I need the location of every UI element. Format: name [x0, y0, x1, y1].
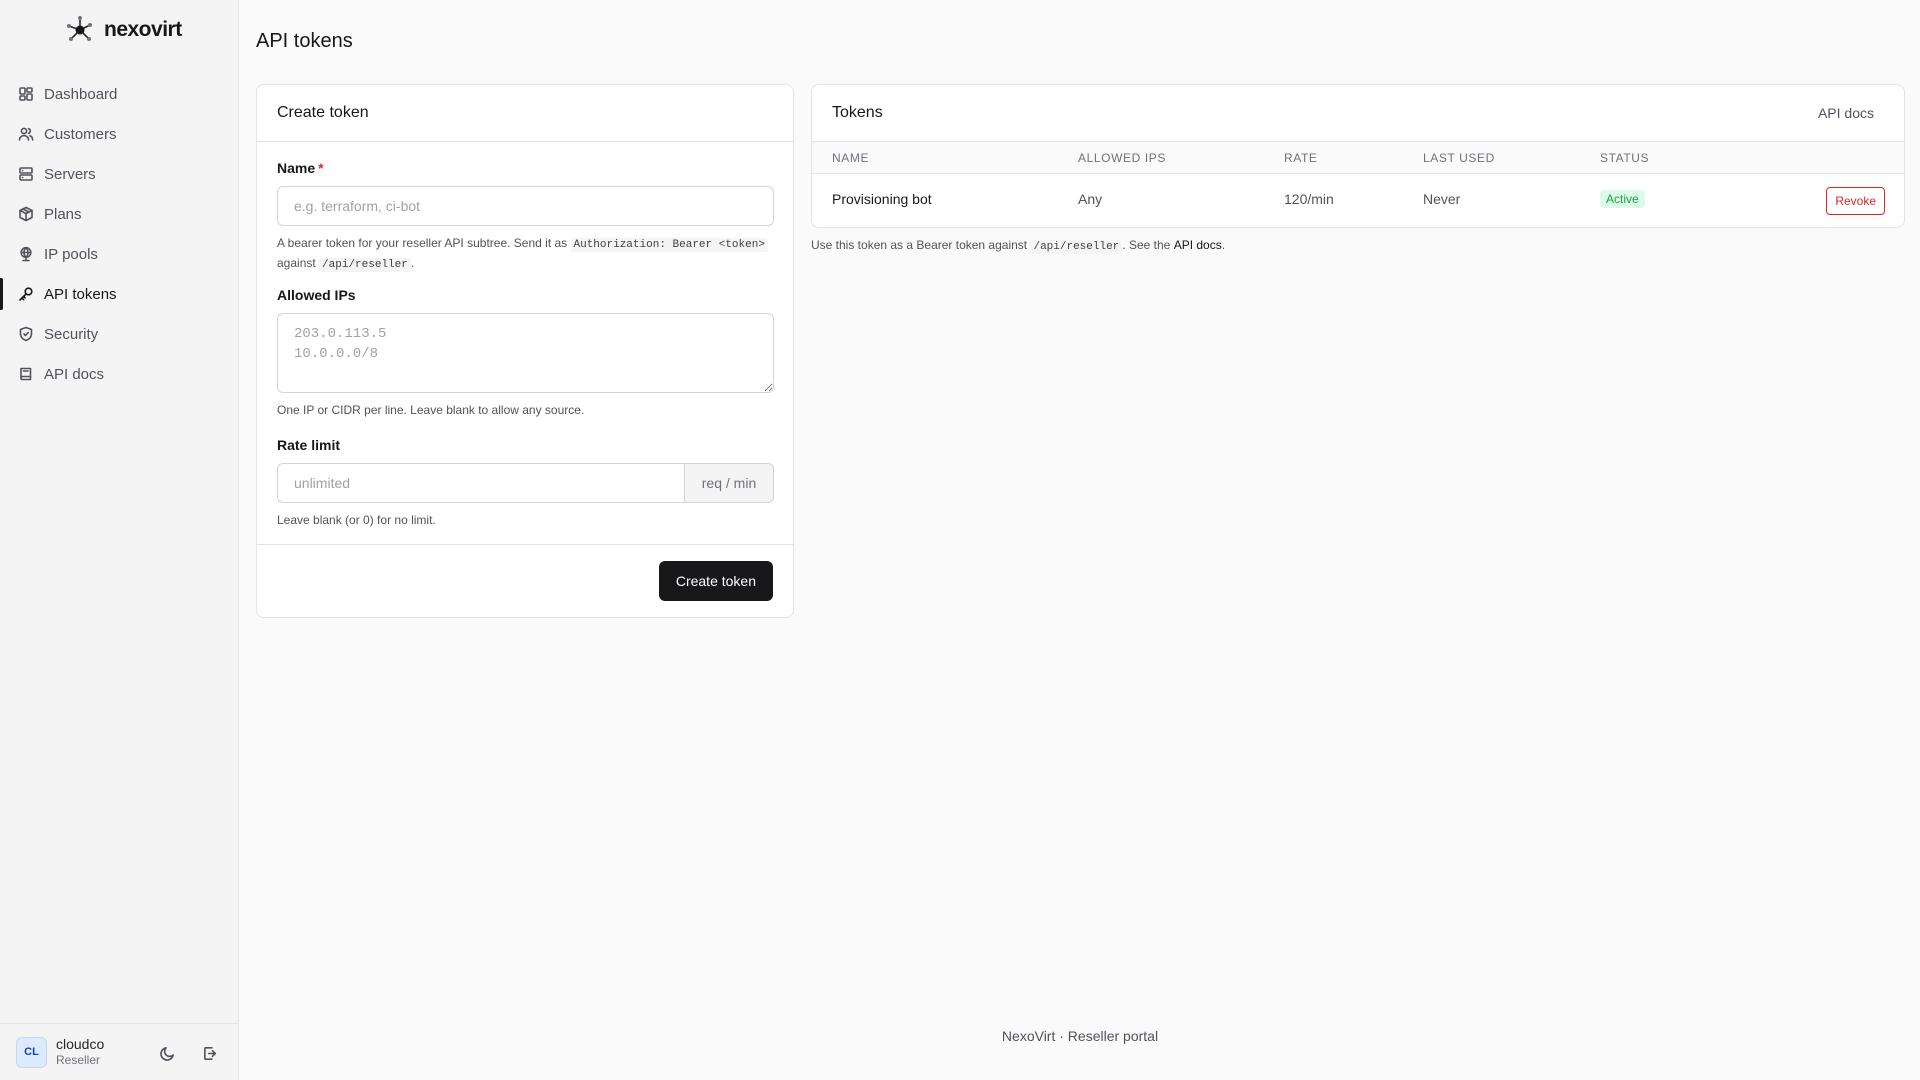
user-name: cloudco: [56, 1036, 105, 1052]
moon-icon: [159, 1046, 174, 1061]
create-token-header: Create token: [257, 85, 793, 142]
name-help-text: A bearer token for your reseller API sub…: [277, 236, 568, 250]
sidebar-item-label: Customers: [44, 125, 117, 143]
allowed-ips-help: One IP or CIDR per line. Leave blank to …: [277, 403, 585, 417]
api-docs-inline-link[interactable]: API docs: [1174, 238, 1222, 252]
name-label-text: Name: [277, 160, 316, 176]
tokens-note-text: .: [1221, 238, 1226, 252]
sidebar-item-label: IP pools: [44, 245, 98, 263]
name-help: A bearer token for your reseller API sub…: [277, 234, 774, 274]
sidebar-item-label: Dashboard: [44, 85, 118, 103]
logout-icon: [203, 1046, 216, 1060]
sidebar-item-customers[interactable]: Customers: [0, 114, 238, 154]
sidebar-item-api-tokens[interactable]: API tokens: [0, 274, 238, 314]
user-info: cloudco Reseller: [56, 1036, 104, 1068]
api-docs-link[interactable]: API docs: [1818, 105, 1874, 121]
create-token-card: Create token Name* A bearer token for yo…: [256, 84, 794, 618]
rate-limit-help: Leave blank (or 0) for no limit.: [277, 513, 436, 527]
theme-toggle-button[interactable]: [156, 1042, 178, 1064]
create-token-footer: Create token: [257, 544, 793, 618]
sidebar-item-label: Plans: [44, 205, 82, 223]
table-header: Name Allowed IPs Rate Last used Status: [812, 142, 1904, 174]
book-icon: [20, 367, 32, 381]
create-token-title: Create token: [277, 104, 369, 121]
nexovirt-logo-icon: [67, 16, 92, 41]
user-panel: CL cloudco Reseller: [0, 1023, 238, 1080]
token-name: Provisioning bot: [832, 191, 932, 207]
key-icon: [19, 287, 33, 301]
page-footer: NexoVirt · Reseller portal: [1001, 1028, 1159, 1044]
sidebar-item-plans[interactable]: Plans: [0, 194, 238, 234]
avatar[interactable]: CL: [16, 1036, 47, 1068]
sidebar: nexovirt Dashboard Customers Servers Pla…: [0, 0, 239, 1080]
create-token-button[interactable]: Create token: [658, 561, 773, 601]
status-badge: Active: [1600, 190, 1645, 208]
auth-header-code: Authorization: Bearer <token>: [570, 238, 768, 252]
sidebar-item-dashboard[interactable]: Dashboard: [0, 74, 238, 114]
tokens-note: Use this token as a Bearer token against…: [811, 238, 1226, 254]
column-header-rate[interactable]: Rate: [1284, 151, 1318, 165]
token-allowed-ips: Any: [1078, 191, 1103, 207]
sidebar-item-label: API docs: [44, 365, 105, 383]
tokens-note-text: . See the: [1122, 238, 1171, 252]
api-path-code: /api/reseller: [1030, 240, 1123, 254]
sidebar-item-security[interactable]: Security: [0, 314, 238, 354]
column-header-status[interactable]: Status: [1600, 151, 1649, 165]
sidebar-item-servers[interactable]: Servers: [0, 154, 238, 194]
tokens-table: Name Allowed IPs Rate Last used Status P…: [812, 142, 1904, 227]
brand-name: nexovirt: [104, 18, 182, 41]
tokens-header: Tokens API docs: [812, 85, 1904, 142]
sidebar-nav: Dashboard Customers Servers Plans IP poo…: [0, 74, 238, 394]
name-input[interactable]: [277, 186, 774, 226]
name-help-text: .: [410, 256, 415, 270]
brand-logo[interactable]: nexovirt: [64, 14, 182, 46]
rate-limit-label: Rate limit: [277, 437, 341, 453]
users-icon: [18, 127, 34, 141]
sidebar-item-api-docs[interactable]: API docs: [0, 354, 238, 394]
sidebar-item-label: Servers: [44, 165, 96, 183]
column-header-allowed-ips[interactable]: Allowed IPs: [1078, 151, 1166, 165]
globe-icon: [20, 246, 32, 262]
column-header-last-used[interactable]: Last used: [1423, 151, 1495, 165]
column-header-name[interactable]: Name: [832, 151, 869, 165]
allowed-ips-input[interactable]: [277, 313, 774, 393]
package-icon: [19, 206, 33, 222]
shield-icon: [19, 326, 33, 342]
revoke-button[interactable]: Revoke: [1826, 187, 1885, 215]
tokens-card: Tokens API docs Name Allowed IPs Rate La…: [811, 84, 1905, 228]
name-help-text: against: [277, 256, 316, 270]
table-row: Provisioning bot Any 120/min Never Activ…: [812, 174, 1904, 227]
rate-limit-group: req / min: [277, 463, 774, 503]
sidebar-item-ip-pools[interactable]: IP pools: [0, 234, 238, 274]
sidebar-item-label: API tokens: [44, 285, 117, 303]
api-path-code: /api/reseller: [319, 258, 411, 272]
user-role: Reseller: [56, 1053, 101, 1067]
grid-icon: [19, 87, 33, 101]
rate-unit-addon: req / min: [684, 463, 774, 503]
server-icon: [19, 167, 33, 181]
allowed-ips-label: Allowed IPs: [277, 287, 356, 303]
page-title: API tokens: [256, 30, 353, 52]
sidebar-item-label: Security: [44, 325, 99, 343]
rate-limit-input[interactable]: [277, 463, 684, 503]
token-rate: 120/min: [1284, 191, 1334, 207]
token-last-used: Never: [1423, 191, 1461, 207]
logout-button[interactable]: [199, 1042, 221, 1064]
tokens-note-text: Use this token as a Bearer token against: [811, 238, 1028, 252]
name-label: Name *: [277, 160, 324, 176]
required-marker: *: [318, 160, 324, 176]
tokens-title: Tokens: [832, 104, 883, 121]
